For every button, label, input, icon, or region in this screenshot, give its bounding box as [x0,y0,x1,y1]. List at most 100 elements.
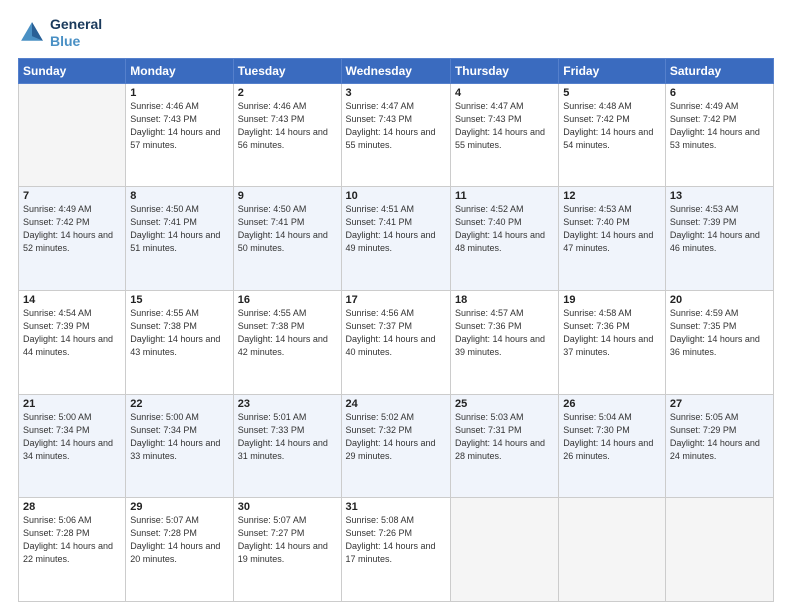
header: General Blue [18,16,774,50]
day-info: Sunrise: 5:00 AM Sunset: 7:34 PM Dayligh… [23,411,121,463]
day-info: Sunrise: 4:49 AM Sunset: 7:42 PM Dayligh… [23,203,121,255]
day-info: Sunrise: 4:54 AM Sunset: 7:39 PM Dayligh… [23,307,121,359]
calendar-cell: 13 Sunrise: 4:53 AM Sunset: 7:39 PM Dayl… [665,187,773,291]
day-number: 17 [346,294,446,306]
calendar-cell: 15 Sunrise: 4:55 AM Sunset: 7:38 PM Dayl… [126,290,233,394]
calendar-week-4: 21 Sunrise: 5:00 AM Sunset: 7:34 PM Dayl… [19,394,774,498]
day-number: 14 [23,294,121,306]
weekday-saturday: Saturday [665,58,773,83]
day-info: Sunrise: 4:49 AM Sunset: 7:42 PM Dayligh… [670,100,769,152]
day-number: 30 [238,501,337,513]
calendar-cell: 25 Sunrise: 5:03 AM Sunset: 7:31 PM Dayl… [450,394,558,498]
day-number: 7 [23,190,121,202]
weekday-thursday: Thursday [450,58,558,83]
day-number: 5 [563,87,661,99]
day-number: 2 [238,87,337,99]
day-info: Sunrise: 4:47 AM Sunset: 7:43 PM Dayligh… [455,100,554,152]
day-info: Sunrise: 4:46 AM Sunset: 7:43 PM Dayligh… [130,100,228,152]
day-number: 15 [130,294,228,306]
calendar-cell: 24 Sunrise: 5:02 AM Sunset: 7:32 PM Dayl… [341,394,450,498]
day-number: 6 [670,87,769,99]
day-number: 19 [563,294,661,306]
day-number: 11 [455,190,554,202]
calendar-cell: 29 Sunrise: 5:07 AM Sunset: 7:28 PM Dayl… [126,498,233,602]
logo: General Blue [18,16,102,50]
calendar-cell: 12 Sunrise: 4:53 AM Sunset: 7:40 PM Dayl… [559,187,666,291]
weekday-tuesday: Tuesday [233,58,341,83]
day-number: 12 [563,190,661,202]
calendar-cell: 30 Sunrise: 5:07 AM Sunset: 7:27 PM Dayl… [233,498,341,602]
day-info: Sunrise: 4:47 AM Sunset: 7:43 PM Dayligh… [346,100,446,152]
day-info: Sunrise: 4:56 AM Sunset: 7:37 PM Dayligh… [346,307,446,359]
weekday-monday: Monday [126,58,233,83]
calendar-cell: 2 Sunrise: 4:46 AM Sunset: 7:43 PM Dayli… [233,83,341,187]
day-number: 3 [346,87,446,99]
calendar-cell: 10 Sunrise: 4:51 AM Sunset: 7:41 PM Dayl… [341,187,450,291]
weekday-wednesday: Wednesday [341,58,450,83]
day-info: Sunrise: 4:58 AM Sunset: 7:36 PM Dayligh… [563,307,661,359]
calendar-cell: 9 Sunrise: 4:50 AM Sunset: 7:41 PM Dayli… [233,187,341,291]
day-number: 8 [130,190,228,202]
day-info: Sunrise: 5:04 AM Sunset: 7:30 PM Dayligh… [563,411,661,463]
calendar-cell: 26 Sunrise: 5:04 AM Sunset: 7:30 PM Dayl… [559,394,666,498]
calendar-cell: 19 Sunrise: 4:58 AM Sunset: 7:36 PM Dayl… [559,290,666,394]
calendar-week-3: 14 Sunrise: 4:54 AM Sunset: 7:39 PM Dayl… [19,290,774,394]
calendar-cell [559,498,666,602]
day-number: 4 [455,87,554,99]
calendar-cell [665,498,773,602]
logo-icon [18,19,46,47]
calendar-cell: 23 Sunrise: 5:01 AM Sunset: 7:33 PM Dayl… [233,394,341,498]
day-info: Sunrise: 4:55 AM Sunset: 7:38 PM Dayligh… [130,307,228,359]
calendar-cell: 11 Sunrise: 4:52 AM Sunset: 7:40 PM Dayl… [450,187,558,291]
calendar-cell: 27 Sunrise: 5:05 AM Sunset: 7:29 PM Dayl… [665,394,773,498]
day-info: Sunrise: 4:59 AM Sunset: 7:35 PM Dayligh… [670,307,769,359]
calendar-cell: 14 Sunrise: 4:54 AM Sunset: 7:39 PM Dayl… [19,290,126,394]
day-info: Sunrise: 4:50 AM Sunset: 7:41 PM Dayligh… [238,203,337,255]
calendar-body: 1 Sunrise: 4:46 AM Sunset: 7:43 PM Dayli… [19,83,774,601]
day-info: Sunrise: 4:46 AM Sunset: 7:43 PM Dayligh… [238,100,337,152]
day-info: Sunrise: 5:05 AM Sunset: 7:29 PM Dayligh… [670,411,769,463]
day-info: Sunrise: 5:01 AM Sunset: 7:33 PM Dayligh… [238,411,337,463]
day-number: 23 [238,398,337,410]
calendar-cell [19,83,126,187]
day-number: 21 [23,398,121,410]
calendar-cell: 16 Sunrise: 4:55 AM Sunset: 7:38 PM Dayl… [233,290,341,394]
calendar-cell: 20 Sunrise: 4:59 AM Sunset: 7:35 PM Dayl… [665,290,773,394]
day-info: Sunrise: 4:53 AM Sunset: 7:39 PM Dayligh… [670,203,769,255]
day-info: Sunrise: 5:06 AM Sunset: 7:28 PM Dayligh… [23,514,121,566]
day-number: 24 [346,398,446,410]
day-info: Sunrise: 4:50 AM Sunset: 7:41 PM Dayligh… [130,203,228,255]
day-info: Sunrise: 4:52 AM Sunset: 7:40 PM Dayligh… [455,203,554,255]
calendar-week-1: 1 Sunrise: 4:46 AM Sunset: 7:43 PM Dayli… [19,83,774,187]
day-info: Sunrise: 5:02 AM Sunset: 7:32 PM Dayligh… [346,411,446,463]
day-number: 18 [455,294,554,306]
day-info: Sunrise: 4:48 AM Sunset: 7:42 PM Dayligh… [563,100,661,152]
calendar-cell: 3 Sunrise: 4:47 AM Sunset: 7:43 PM Dayli… [341,83,450,187]
day-info: Sunrise: 5:07 AM Sunset: 7:27 PM Dayligh… [238,514,337,566]
page: General Blue SundayMondayTuesdayWednesda… [0,0,792,612]
day-info: Sunrise: 4:51 AM Sunset: 7:41 PM Dayligh… [346,203,446,255]
day-number: 9 [238,190,337,202]
day-info: Sunrise: 4:53 AM Sunset: 7:40 PM Dayligh… [563,203,661,255]
calendar-cell: 8 Sunrise: 4:50 AM Sunset: 7:41 PM Dayli… [126,187,233,291]
calendar-cell: 28 Sunrise: 5:06 AM Sunset: 7:28 PM Dayl… [19,498,126,602]
calendar-cell: 1 Sunrise: 4:46 AM Sunset: 7:43 PM Dayli… [126,83,233,187]
calendar-table: SundayMondayTuesdayWednesdayThursdayFrid… [18,58,774,602]
day-info: Sunrise: 5:08 AM Sunset: 7:26 PM Dayligh… [346,514,446,566]
day-number: 1 [130,87,228,99]
day-number: 22 [130,398,228,410]
day-info: Sunrise: 5:03 AM Sunset: 7:31 PM Dayligh… [455,411,554,463]
calendar-cell: 7 Sunrise: 4:49 AM Sunset: 7:42 PM Dayli… [19,187,126,291]
day-info: Sunrise: 4:55 AM Sunset: 7:38 PM Dayligh… [238,307,337,359]
calendar-cell: 18 Sunrise: 4:57 AM Sunset: 7:36 PM Dayl… [450,290,558,394]
day-number: 28 [23,501,121,513]
calendar-cell: 6 Sunrise: 4:49 AM Sunset: 7:42 PM Dayli… [665,83,773,187]
day-info: Sunrise: 5:07 AM Sunset: 7:28 PM Dayligh… [130,514,228,566]
weekday-header: SundayMondayTuesdayWednesdayThursdayFrid… [19,58,774,83]
logo-text: General Blue [50,16,102,50]
calendar-week-2: 7 Sunrise: 4:49 AM Sunset: 7:42 PM Dayli… [19,187,774,291]
day-number: 10 [346,190,446,202]
day-info: Sunrise: 4:57 AM Sunset: 7:36 PM Dayligh… [455,307,554,359]
day-number: 20 [670,294,769,306]
calendar-cell: 22 Sunrise: 5:00 AM Sunset: 7:34 PM Dayl… [126,394,233,498]
